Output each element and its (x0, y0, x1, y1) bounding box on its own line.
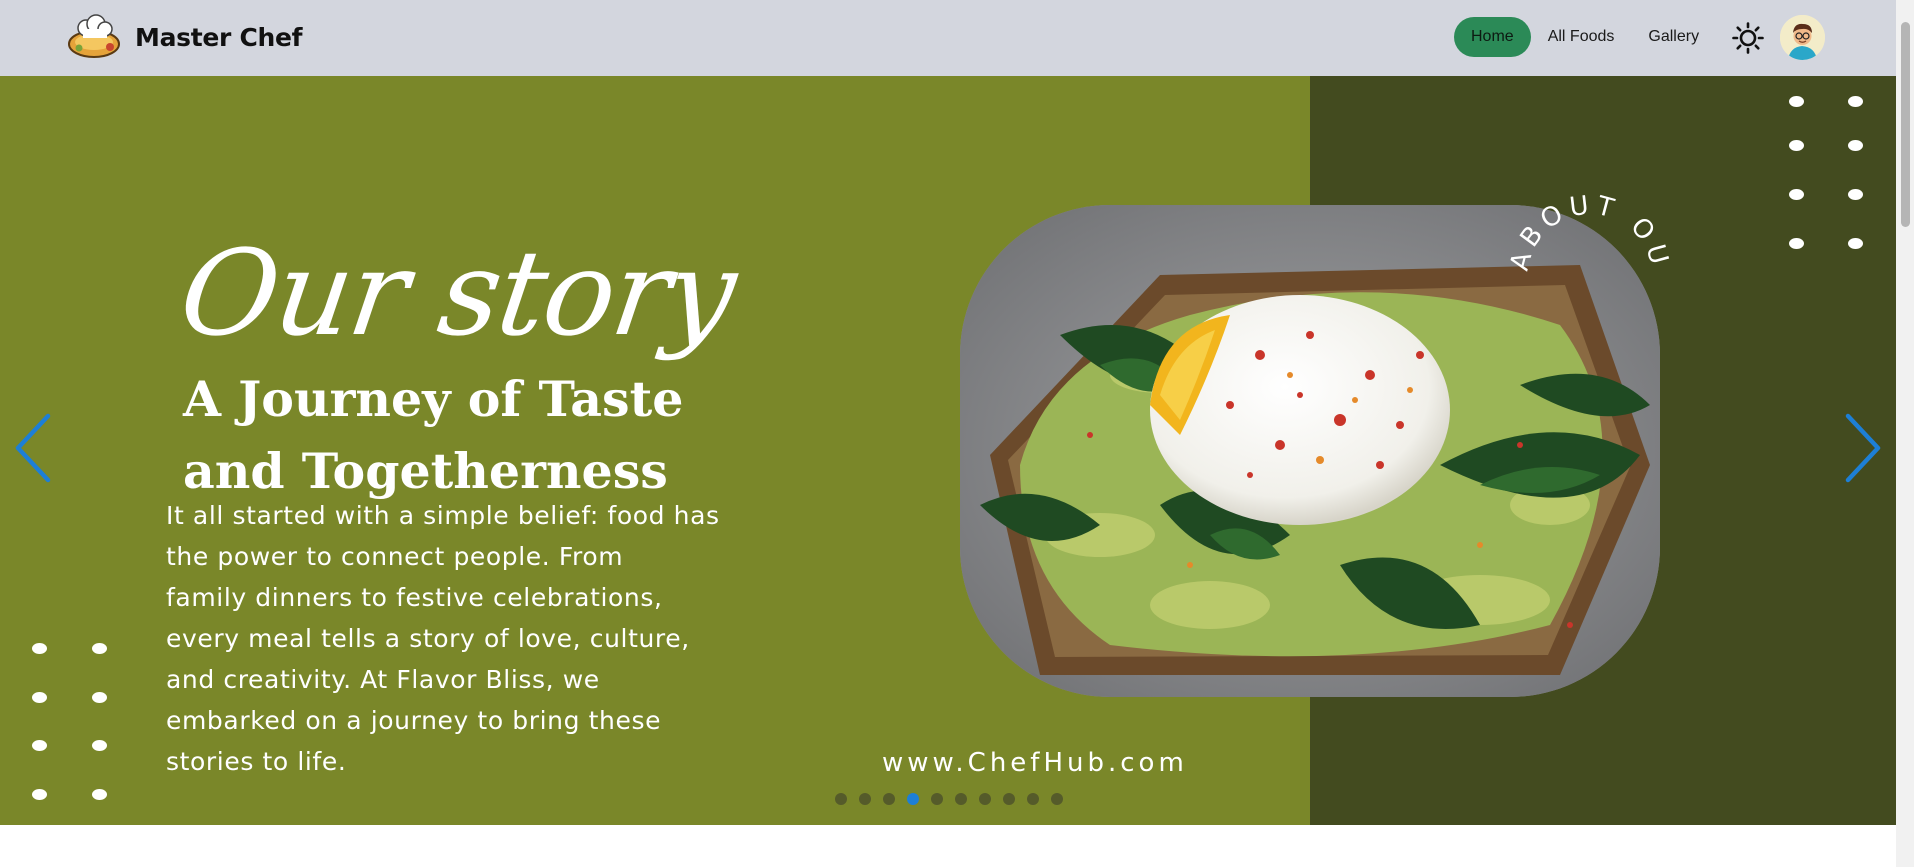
pagination-dot[interactable] (1051, 793, 1063, 805)
script-title: Our story (172, 224, 743, 362)
pagination-dot[interactable] (955, 793, 967, 805)
svg-text:ABOUT OUR STORY: ABOUT OUR STORY (1480, 166, 1675, 274)
nav-links: Home All Foods Gallery (1454, 17, 1716, 57)
pagination-dot[interactable] (931, 793, 943, 805)
chef-hat-logo-icon (68, 14, 120, 58)
story-line: and creativity. At Flavor Bliss, we (166, 665, 600, 694)
pagination-dot[interactable] (835, 793, 847, 805)
hero-headline: A Journey of Taste and Togetherness (183, 363, 883, 507)
nav-link-all-foods[interactable]: All Foods (1531, 17, 1632, 57)
pagination-dot[interactable] (859, 793, 871, 805)
dots-decoration-top-right (1789, 96, 1869, 249)
slider-pagination (835, 793, 1075, 805)
story-line: the power to connect people. From (166, 542, 624, 571)
pagination-dot[interactable] (1027, 793, 1039, 805)
story-paragraph: It all started with a simple belief: foo… (166, 495, 866, 782)
scrollbar-thumb[interactable] (1901, 22, 1910, 227)
navbar: Master Chef Home All Foods Gallery (0, 0, 1896, 76)
headline-line-1: A Journey of Taste (183, 370, 684, 428)
story-line: embarked on a journey to bring these (166, 706, 662, 735)
user-avatar[interactable] (1780, 15, 1825, 60)
pagination-dot[interactable] (979, 793, 991, 805)
pagination-dot[interactable] (907, 793, 919, 805)
story-line: every meal tells a story of love, cultur… (166, 624, 690, 653)
hero-slider: Our story A Journey of Taste and Togethe… (0, 76, 1896, 825)
story-line: It all started with a simple belief: foo… (166, 501, 720, 530)
about-our-story-circle-text: ABOUT OUR STORY (1480, 166, 1675, 274)
nav-link-gallery[interactable]: Gallery (1631, 17, 1716, 57)
brand-name: Master Chef (135, 22, 303, 52)
chevron-left-icon[interactable] (12, 412, 56, 484)
sun-icon[interactable] (1732, 22, 1764, 54)
dots-decoration-bottom-left (32, 643, 112, 803)
pagination-dot[interactable] (883, 793, 895, 805)
website-url: www.ChefHub.com (882, 748, 1188, 778)
avatar-image-icon (1780, 15, 1825, 60)
chevron-right-icon[interactable] (1840, 412, 1884, 484)
brand[interactable]: Master Chef (66, 14, 303, 60)
page-scrollbar[interactable] (1896, 0, 1914, 867)
pagination-dot[interactable] (1003, 793, 1015, 805)
story-line: stories to life. (166, 747, 347, 776)
nav-link-home[interactable]: Home (1454, 17, 1531, 57)
story-line: family dinners to festive celebrations, (166, 583, 663, 612)
